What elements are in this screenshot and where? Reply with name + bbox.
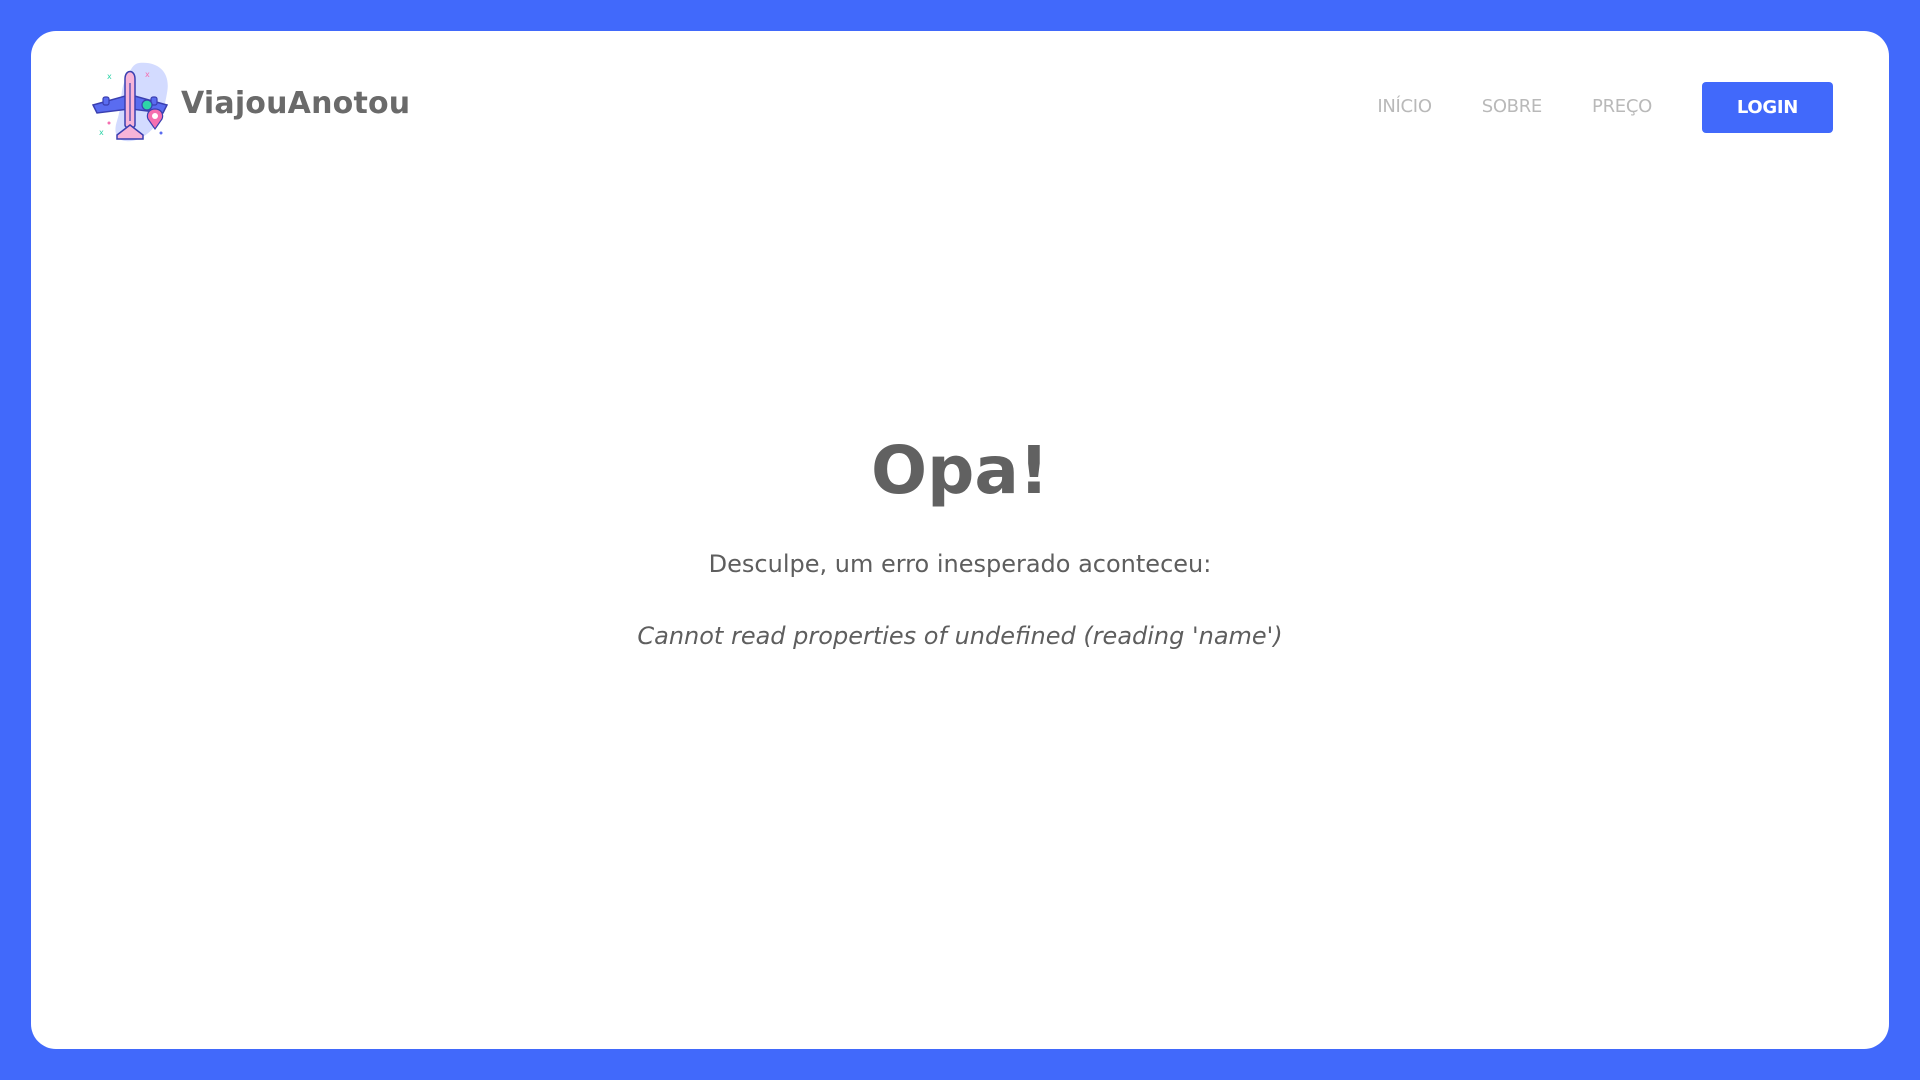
brand-name: ViajouAnotou — [181, 86, 411, 121]
error-message: Desculpe, um erro inesperado aconteceu: — [708, 550, 1212, 578]
svg-text:x: x — [145, 70, 150, 79]
nav-link-preco[interactable]: PREÇO — [1592, 81, 1652, 133]
error-section: Opa! Desculpe, um erro inesperado aconte… — [31, 431, 1889, 651]
error-detail: Cannot read properties of undefined (rea… — [637, 622, 1283, 650]
nav-link-sobre[interactable]: SOBRE — [1482, 81, 1543, 133]
nav-link-inicio[interactable]: INÍCIO — [1377, 81, 1432, 133]
login-button[interactable]: LOGIN — [1702, 81, 1833, 133]
main-nav: INÍCIO SOBRE PREÇO LOGIN — [1377, 81, 1833, 133]
header: x x x ViajouAnotou INÍCIO SOBRE PREÇO LO… — [31, 31, 1889, 181]
svg-text:x: x — [107, 72, 112, 81]
airplane-logo-icon: x x x — [89, 59, 173, 148]
page-card: x x x ViajouAnotou INÍCIO SOBRE PREÇO LO… — [31, 31, 1889, 1049]
svg-text:x: x — [99, 128, 104, 137]
brand-link[interactable]: x x x ViajouAnotou — [89, 59, 410, 148]
error-title: Opa! — [871, 432, 1049, 509]
